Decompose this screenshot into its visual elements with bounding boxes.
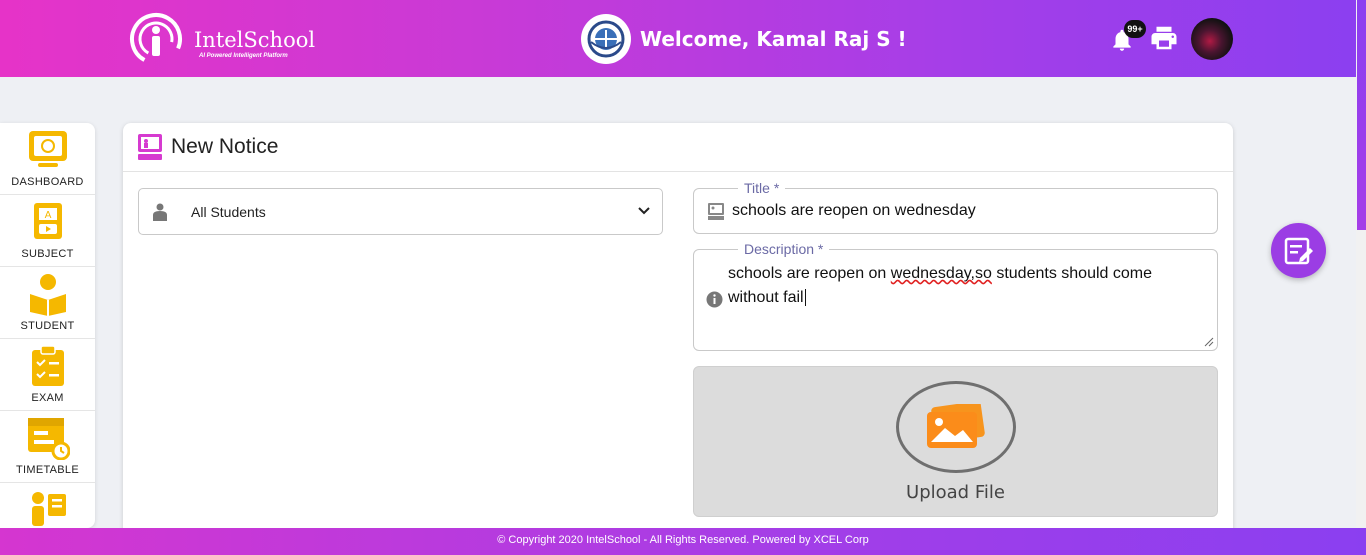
description-misspelled-word: wednesday,so (890, 265, 992, 282)
school-emblem (581, 14, 631, 64)
school-emblem-icon (587, 20, 625, 58)
logo-emblem-icon (130, 13, 182, 65)
sidebar-item-label: EXAM (31, 392, 64, 404)
notice-board-icon (138, 134, 162, 160)
notice-list-fab[interactable] (1271, 223, 1326, 278)
exam-icon (32, 345, 64, 386)
title-input[interactable]: schools are reopen on wednesday (732, 202, 976, 220)
student-icon (30, 274, 66, 316)
svg-text:A: A (45, 210, 52, 221)
welcome-message: Welcome, Kamal Raj S ! (640, 27, 907, 51)
intelschool-logo[interactable]: IntelSchool AI Powered Intelligent Platf… (128, 12, 318, 66)
audience-select-value: All Students (191, 204, 266, 220)
brand-name: IntelSchool (194, 28, 316, 52)
description-textarea[interactable]: schools are reopen on wednesday,so stude… (728, 262, 1188, 310)
description-text: schools are reopen on (728, 265, 891, 282)
subject-icon: A (34, 203, 62, 239)
description-field-label: Description * (738, 241, 830, 257)
printer-icon (1151, 26, 1177, 50)
page-title: New Notice (171, 135, 279, 158)
notification-count-badge: 99+ (1124, 20, 1146, 38)
edit-note-icon (1284, 237, 1313, 265)
upload-file-button[interactable]: Upload File (693, 366, 1218, 517)
sidebar-item-label: SUBJECT (21, 248, 74, 260)
upload-circle (896, 381, 1016, 473)
sidebar-item-subject[interactable]: A SUBJECT (0, 195, 95, 267)
title-field[interactable]: Title * schools are reopen on wednesday (693, 180, 1218, 234)
page-footer: © Copyright 2020 IntelSchool - All Right… (0, 528, 1366, 555)
sidebar-item-exam[interactable]: EXAM (0, 339, 95, 411)
sidebar-nav: DASHBOARD A SUBJECT STUDENT EXAM TIMETAB… (0, 123, 95, 528)
new-notice-card: New Notice All Students Title * schools … (123, 123, 1233, 543)
title-field-label: Title * (738, 180, 786, 196)
info-icon (706, 291, 723, 308)
sidebar-item-label: DASHBOARD (11, 176, 84, 188)
sidebar-item-label: TIMETABLE (15, 464, 79, 476)
image-upload-icon (927, 404, 985, 448)
top-header: IntelSchool AI Powered Intelligent Platf… (0, 0, 1366, 77)
user-avatar[interactable] (1191, 18, 1233, 60)
sidebar-item-label: STUDENT (20, 320, 75, 332)
sidebar-item-dashboard[interactable]: DASHBOARD (0, 123, 95, 195)
upload-file-label: Upload File (906, 482, 1005, 503)
sidebar-item-student[interactable]: STUDENT (0, 267, 95, 339)
audience-select[interactable]: All Students (138, 188, 663, 235)
person-icon (153, 203, 167, 221)
sidebar-item-timetable[interactable]: TIMETABLE (0, 411, 95, 483)
dashboard-icon (29, 131, 67, 167)
timetable-icon (28, 418, 70, 460)
card-header: New Notice (123, 123, 1233, 172)
notice-board-icon (708, 203, 724, 220)
chevron-down-icon (638, 207, 650, 215)
description-field[interactable]: Description * schools are reopen on wedn… (693, 241, 1218, 351)
page-scrollbar-thumb[interactable] (1357, 0, 1366, 230)
teacher-icon (32, 492, 66, 526)
print-button[interactable] (1149, 23, 1179, 53)
resize-handle-icon[interactable] (1204, 337, 1214, 347)
sidebar-item-more[interactable] (0, 483, 95, 528)
brand-tagline: AI Powered Intelligent Platform (199, 53, 288, 59)
copyright-text: © Copyright 2020 IntelSchool - All Right… (497, 534, 869, 546)
